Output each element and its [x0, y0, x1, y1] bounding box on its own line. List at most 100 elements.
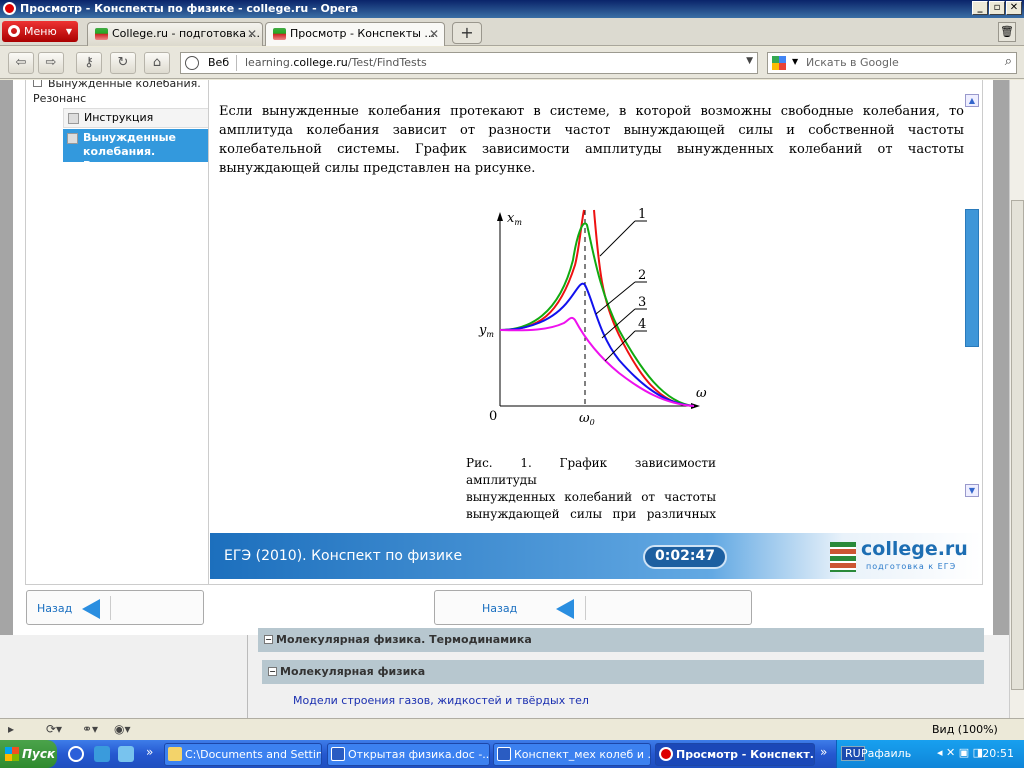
curve-label: 3: [638, 295, 646, 310]
collapse-icon[interactable]: [33, 80, 42, 87]
start-button[interactable]: Пуск: [0, 740, 57, 768]
folder-icon: [168, 747, 182, 761]
collapse-icon[interactable]: −: [264, 635, 273, 644]
sidebar-item-forced-oscillations[interactable]: Вынужденные колебания. Резонанс: [63, 129, 214, 172]
google-icon[interactable]: [772, 56, 786, 70]
sidebar-item-instruction[interactable]: Инструкция: [63, 108, 214, 128]
curve-label: 4: [638, 317, 646, 332]
trash-icon[interactable]: 🗑: [998, 22, 1016, 42]
taskbar-item-explorer[interactable]: C:\Documents and Settin...: [164, 743, 322, 766]
sync-icon[interactable]: ⟳▾: [46, 722, 62, 736]
scroll-thumb[interactable]: [965, 209, 979, 347]
search-input[interactable]: Искать в Google: [806, 56, 899, 69]
sidebar-item-label: Вынужденные колебания. Резонанс: [83, 131, 177, 172]
paragraph-line: вынуждающей силы представлен на рисунке.: [219, 161, 536, 176]
globe-icon: [185, 56, 199, 70]
y0-label: ym: [478, 323, 494, 339]
page-scrollbar[interactable]: [1009, 80, 1024, 718]
figure-caption: Рис. 1. График зависимости амплитуды вын…: [466, 455, 716, 523]
media-player-icon[interactable]: [68, 746, 84, 762]
sidebar-parent-label[interactable]: Вынужденные колебания. Резонанс: [33, 80, 216, 106]
tab-bar: Меню ▼ College.ru - подготовка ... ✕ Про…: [0, 18, 1024, 46]
address-prefix: Веб: [208, 56, 230, 69]
new-tab-button[interactable]: +: [452, 22, 482, 44]
curve-1-leader: [599, 220, 636, 257]
system-tray: RU Рафаиль ◂ ✕ ▣ ◨ 20:51: [836, 740, 1024, 768]
caption-line: Рис. 1. График зависимости амплитуды: [466, 456, 716, 487]
back-button-left[interactable]: Назад: [26, 590, 204, 625]
back-button-center[interactable]: Назад: [434, 590, 752, 625]
address-url[interactable]: learning.college.ru/Test/FindTests: [245, 56, 427, 69]
unite-icon[interactable]: ⚭▾: [82, 722, 98, 736]
college-logo: college.ru подготовка к ЕГЭ: [830, 538, 980, 574]
curve-1: [499, 209, 695, 407]
tab-close-icon[interactable]: ✕: [247, 23, 257, 45]
taskbar-item-word-2[interactable]: Конспект_мех колеб и ...: [493, 743, 651, 766]
curve-3: [499, 282, 695, 407]
page-viewport: Вынужденные колебания. Резонанс Инструкц…: [0, 80, 1024, 718]
page-icon: [68, 113, 79, 124]
taskbar-chevron-icon[interactable]: »: [820, 745, 827, 759]
search-engine-chevron-icon[interactable]: ▼: [792, 57, 798, 66]
opera-o-icon: [8, 25, 20, 37]
caption-line: вынуждающей силы при различных: [466, 507, 716, 521]
taskbar-item-word-1[interactable]: Открытая физика.doc -...: [327, 743, 490, 766]
back-label: Назад: [482, 602, 518, 615]
paragraph-line: амплитуда колебания зависит от разности …: [219, 123, 964, 138]
minimize-button[interactable]: _: [972, 1, 988, 15]
caption-line: вынужденных колебаний от частоты: [466, 490, 716, 504]
navigation-bar: ⇦ ⇨ ⚷ ↻ ⌂ Веб learning.college.ru/Test/F…: [0, 47, 1024, 79]
close-window-button[interactable]: ✕: [1006, 1, 1022, 15]
college-favicon-icon: [273, 28, 286, 40]
maximize-button[interactable]: ▫: [989, 1, 1005, 15]
menu-chevron-icon: ▼: [65, 27, 72, 36]
menu-label: Меню: [24, 25, 57, 38]
lesson-content: Если вынужденные колебания протекают в с…: [208, 80, 983, 585]
window-title-bar: Просмотр - Конспекты по физике - college…: [0, 0, 1024, 18]
scroll-down-icon[interactable]: ▼: [965, 484, 979, 497]
curve-label: 1: [638, 207, 646, 222]
home-icon[interactable]: ⌂: [144, 52, 170, 74]
section-molecular-thermo[interactable]: − Молекулярная физика. Термодинамика: [258, 628, 984, 652]
resonance-graph: 1 2 3 4 xm ym 0 ω ω0: [478, 207, 707, 427]
browser-tab-college[interactable]: College.ru - подготовка ... ✕: [87, 22, 263, 46]
address-dropdown-icon[interactable]: ▼: [746, 56, 753, 66]
search-box[interactable]: ▼ Искать в Google ⌕: [767, 52, 1017, 74]
key-icon[interactable]: ⚷: [76, 52, 102, 74]
windows-taskbar: Пуск » C:\Documents and Settin... Открыт…: [0, 740, 1024, 768]
taskbar-item-opera[interactable]: Просмотр - Конспект...: [655, 743, 815, 766]
college-favicon-icon: [95, 28, 108, 40]
lesson-sidebar: Вынужденные колебания. Резонанс Инструкц…: [25, 80, 217, 585]
content-scrollbar[interactable]: ▲ ▼: [965, 94, 980, 498]
opera-icon: [659, 747, 673, 761]
internet-explorer-icon[interactable]: [94, 746, 110, 762]
page-scroll-thumb[interactable]: [1011, 200, 1024, 690]
tray-icons[interactable]: ◂ ✕ ▣ ◨: [937, 746, 983, 759]
zoom-level[interactable]: Вид (100%): [932, 723, 998, 736]
content-scroll-area[interactable]: Если вынужденные колебания протекают в с…: [219, 80, 964, 528]
section-molecular[interactable]: − Молекулярная физика: [262, 660, 984, 684]
address-bar[interactable]: Веб learning.college.ru/Test/FindTests ▼: [180, 52, 758, 74]
browser-tab-view[interactable]: Просмотр - Конспекты ... ✕: [265, 22, 445, 46]
reload-icon[interactable]: ↻: [110, 52, 136, 74]
scroll-up-icon[interactable]: ▲: [965, 94, 979, 107]
y-axis-arrow: [497, 212, 503, 221]
collapse-icon[interactable]: −: [268, 667, 277, 676]
tab-close-icon[interactable]: ✕: [429, 23, 439, 45]
clock: 20:51: [982, 747, 1014, 760]
lesson-footer: ЕГЭ (2010). Конспект по физике 0:02:47 c…: [210, 533, 982, 579]
back-arrow-icon[interactable]: ⇦: [8, 52, 34, 74]
forward-arrow-icon[interactable]: ⇨: [38, 52, 64, 74]
panel-toggle-icon[interactable]: ▸: [8, 722, 14, 736]
search-icon[interactable]: ⌕: [1005, 54, 1012, 69]
opera-menu-button[interactable]: Меню ▼: [2, 21, 78, 42]
page-icon: [67, 133, 78, 144]
turbo-icon[interactable]: ◉▾: [114, 722, 131, 736]
show-desktop-icon[interactable]: [118, 746, 134, 762]
tab-label: College.ru - подготовка ...: [112, 27, 261, 40]
sidebar-item-label: Инструкция: [84, 111, 154, 124]
topic-link[interactable]: Модели строения газов, жидкостей и твёрд…: [293, 694, 589, 707]
tree-line: [247, 635, 248, 718]
quicklaunch-chevron-icon[interactable]: »: [146, 745, 153, 759]
curve-label: 2: [638, 268, 646, 283]
